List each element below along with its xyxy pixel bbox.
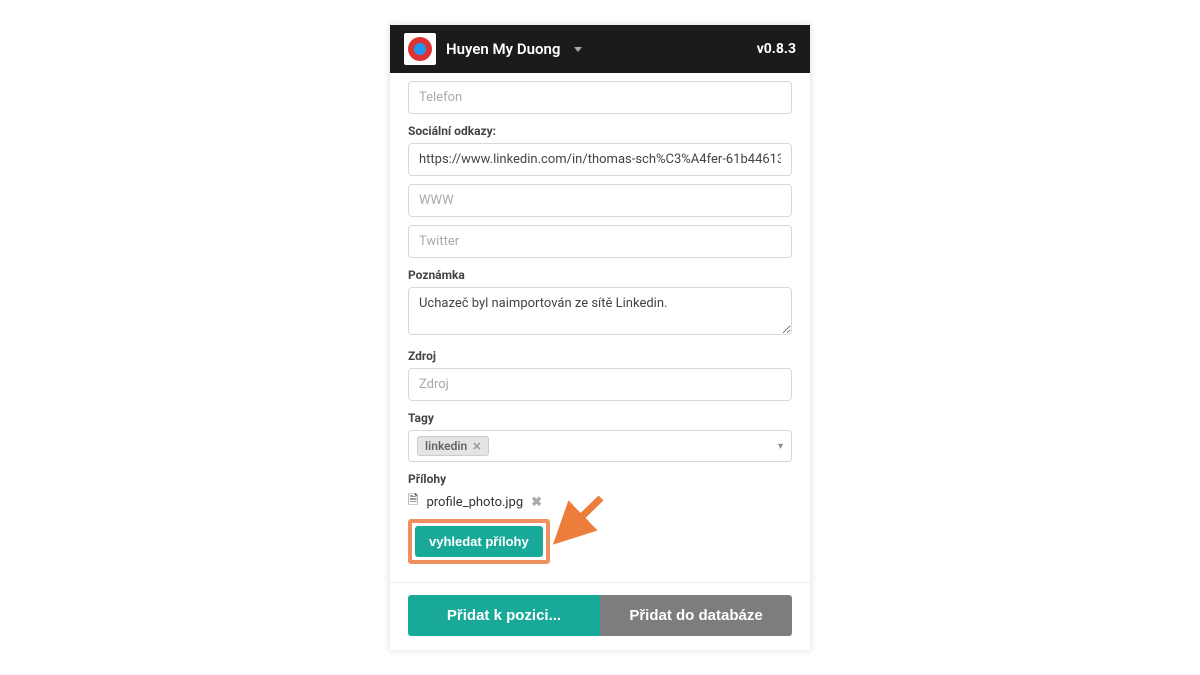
- avatar: [404, 33, 436, 65]
- attachment-item: 🗎 profile_photo.jpg ✖: [408, 491, 792, 513]
- tags-group: Tagy linkedin ✕ ▾: [408, 411, 792, 462]
- tag-chip: linkedin ✕: [417, 436, 489, 456]
- form-content: Sociální odkazy: Poznámka Zdroj Tagy lin…: [390, 73, 810, 574]
- extension-panel: Huyen My Duong v0.8.3 Sociální odkazy: P…: [390, 25, 810, 650]
- header-bar: Huyen My Duong v0.8.3: [390, 25, 810, 73]
- add-to-database-button[interactable]: Přidat do databáze: [600, 595, 792, 636]
- footer-actions: Přidat k pozici... Přidat do databáze: [390, 582, 810, 650]
- attachments-group: Přílohy 🗎 profile_photo.jpg ✖ vyhledat p…: [408, 472, 792, 564]
- attachment-remove-icon[interactable]: ✖: [531, 495, 542, 510]
- tag-remove-icon[interactable]: ✕: [472, 440, 481, 453]
- version-label: v0.8.3: [757, 41, 796, 57]
- username: Huyen My Duong: [446, 40, 560, 58]
- tags-select[interactable]: linkedin ✕ ▾: [408, 430, 792, 462]
- source-input[interactable]: [408, 368, 792, 401]
- phone-group: [408, 73, 792, 114]
- source-group: Zdroj: [408, 349, 792, 401]
- file-icon: 🗎: [408, 491, 418, 513]
- social-group: Sociální odkazy:: [408, 124, 792, 258]
- linkedin-input[interactable]: [408, 143, 792, 176]
- chevron-down-icon: [574, 47, 582, 52]
- tag-text: linkedin: [425, 439, 467, 453]
- twitter-input[interactable]: [408, 225, 792, 258]
- highlight-annotation: vyhledat přílohy: [408, 519, 550, 564]
- www-input[interactable]: [408, 184, 792, 217]
- tags-label: Tagy: [408, 411, 792, 425]
- chevron-down-icon[interactable]: ▾: [778, 441, 783, 452]
- browse-attachments-button[interactable]: vyhledat přílohy: [415, 526, 543, 557]
- note-group: Poznámka: [408, 268, 792, 339]
- note-label: Poznámka: [408, 268, 792, 282]
- attachment-filename: profile_photo.jpg: [426, 495, 523, 510]
- user-menu[interactable]: Huyen My Duong: [404, 33, 582, 65]
- add-to-position-button[interactable]: Přidat k pozici...: [408, 595, 600, 636]
- phone-input[interactable]: [408, 81, 792, 114]
- source-label: Zdroj: [408, 349, 792, 363]
- social-label: Sociální odkazy:: [408, 124, 792, 138]
- attachments-label: Přílohy: [408, 472, 792, 486]
- note-textarea[interactable]: [408, 287, 792, 335]
